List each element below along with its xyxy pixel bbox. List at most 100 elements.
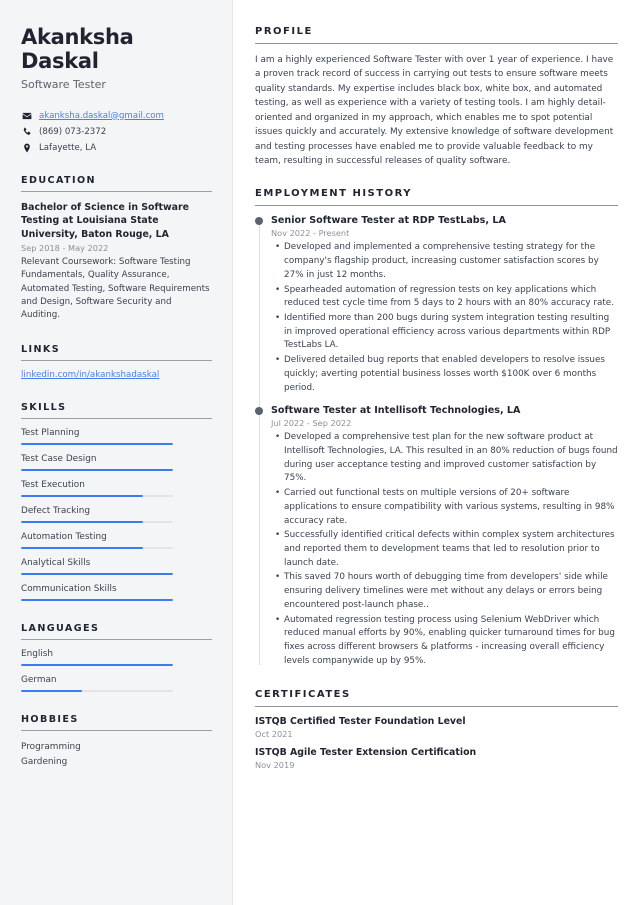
employment-entry: Senior Software Tester at RDP TestLabs, … bbox=[255, 215, 618, 395]
skill-item: Test Planning bbox=[21, 428, 212, 446]
contact-phone-value: (869) 073-2372 bbox=[39, 126, 107, 137]
skill-level-fill bbox=[21, 443, 173, 446]
divider bbox=[21, 730, 212, 732]
divider bbox=[21, 191, 212, 193]
certificate-date: Nov 2019 bbox=[255, 759, 295, 770]
job-title: Senior Software Tester at RDP TestLabs, … bbox=[271, 215, 506, 227]
timeline-dot-icon bbox=[255, 217, 263, 226]
skill-level-bar bbox=[21, 495, 173, 498]
profile-text: I am a highly experienced Software Teste… bbox=[255, 55, 614, 166]
education-date: Sep 2018 - May 2022 bbox=[21, 243, 109, 254]
skill-level-fill bbox=[21, 547, 143, 550]
sidebar: Akanksha Daskal Software Tester akanksha… bbox=[0, 0, 233, 905]
candidate-name: Akanksha Daskal bbox=[21, 25, 134, 73]
job-title: Software Tester at Intellisoft Technolog… bbox=[271, 405, 521, 417]
divider bbox=[21, 639, 212, 641]
job-bullet: Identified more than 200 bugs during sys… bbox=[275, 312, 618, 353]
skill-item: Test Execution bbox=[21, 480, 212, 498]
education-heading: EDUCATION bbox=[21, 175, 96, 187]
phone-icon bbox=[21, 126, 32, 137]
skill-label: Test Planning bbox=[21, 428, 80, 439]
skill-label: Analytical Skills bbox=[21, 558, 91, 569]
employment-timeline: Senior Software Tester at RDP TestLabs, … bbox=[255, 215, 618, 668]
hobby-item: Gardening bbox=[21, 756, 68, 767]
divider bbox=[21, 418, 212, 420]
certificate-name: ISTQB Agile Tester Extension Certificati… bbox=[255, 746, 477, 758]
skill-label: Automation Testing bbox=[21, 532, 107, 543]
profile-heading: PROFILE bbox=[255, 26, 313, 37]
skill-label: Defect Tracking bbox=[21, 506, 91, 517]
link-item-linkedin[interactable]: linkedin.com/in/akankshadaskal bbox=[21, 370, 212, 380]
resume-document: Akanksha Daskal Software Tester akanksha… bbox=[0, 0, 640, 905]
section-education: EDUCATION Bachelor of Science in Softwar… bbox=[21, 175, 212, 322]
timeline-dot-icon bbox=[255, 407, 263, 416]
skill-level-bar bbox=[21, 573, 173, 576]
language-level-fill bbox=[21, 690, 82, 693]
job-date: Jul 2022 - Sep 2022 bbox=[271, 418, 352, 429]
job-bullet: Automated regression testing process usi… bbox=[275, 614, 618, 669]
job-bullet: Carried out functional tests on multiple… bbox=[275, 487, 618, 528]
job-bullet: Spearheaded automation of regression tes… bbox=[275, 284, 618, 311]
section-hobbies: HOBBIES Programming Gardening bbox=[21, 714, 212, 769]
section-profile: PROFILE I am a highly experienced Softwa… bbox=[255, 26, 618, 168]
skill-level-fill bbox=[21, 599, 173, 602]
section-languages: LANGUAGES English German bbox=[21, 623, 212, 693]
certificate-date: Oct 2021 bbox=[255, 728, 293, 739]
language-label: English bbox=[21, 649, 54, 660]
skill-level-bar bbox=[21, 599, 173, 602]
skill-level-bar bbox=[21, 469, 173, 472]
divider bbox=[255, 705, 618, 707]
location-pin-icon bbox=[21, 142, 32, 153]
hobbies-heading: HOBBIES bbox=[21, 714, 79, 726]
contact-email[interactable]: akanksha.daskal@gmail.com bbox=[21, 110, 212, 121]
divider bbox=[21, 360, 212, 362]
section-links: LINKS linkedin.com/in/akankshadaskal bbox=[21, 344, 212, 380]
skill-item: Automation Testing bbox=[21, 532, 212, 550]
language-item: English bbox=[21, 649, 212, 667]
skill-item: Analytical Skills bbox=[21, 558, 212, 576]
language-level-fill bbox=[21, 664, 173, 667]
contact-location: Lafayette, LA bbox=[21, 142, 212, 153]
skill-label: Test Execution bbox=[21, 480, 85, 491]
job-bullet: This saved 70 hours worth of debugging t… bbox=[275, 571, 618, 612]
skill-level-bar bbox=[21, 547, 173, 550]
skill-item: Defect Tracking bbox=[21, 506, 212, 524]
section-certificates: CERTIFICATES ISTQB Certified Tester Foun… bbox=[255, 689, 618, 770]
language-level-bar bbox=[21, 664, 173, 667]
employment-heading: EMPLOYMENT HISTORY bbox=[255, 188, 412, 200]
skill-label: Communication Skills bbox=[21, 584, 117, 595]
skill-item: Test Case Design bbox=[21, 454, 212, 472]
language-level-bar bbox=[21, 690, 173, 693]
language-label: German bbox=[21, 675, 57, 686]
contact-email-value[interactable]: akanksha.daskal@gmail.com bbox=[39, 111, 164, 121]
main-column: PROFILE I am a highly experienced Softwa… bbox=[233, 0, 640, 905]
certificate-name: ISTQB Certified Tester Foundation Level bbox=[255, 715, 466, 727]
employment-entry: Software Tester at Intellisoft Technolog… bbox=[255, 405, 618, 668]
divider bbox=[255, 43, 618, 44]
job-date: Nov 2022 - Present bbox=[271, 228, 350, 239]
job-bullet: Delivered detailed bug reports that enab… bbox=[275, 354, 618, 395]
skills-heading: SKILLS bbox=[21, 402, 67, 414]
candidate-job-title: Software Tester bbox=[21, 78, 106, 92]
job-bullet: Developed and implemented a comprehensiv… bbox=[275, 241, 618, 282]
contact-phone: (869) 073-2372 bbox=[21, 126, 212, 137]
languages-heading: LANGUAGES bbox=[21, 623, 100, 635]
section-skills: SKILLS Test Planning Test Case Design Te… bbox=[21, 402, 212, 602]
skill-level-fill bbox=[21, 573, 173, 576]
skill-level-fill bbox=[21, 495, 143, 498]
hobby-item: Programming bbox=[21, 742, 81, 753]
contact-location-value: Lafayette, LA bbox=[39, 142, 97, 153]
certificate-item: ISTQB Agile Tester Extension Certificati… bbox=[255, 747, 618, 770]
job-bullets: Developed and implemented a comprehensiv… bbox=[271, 241, 618, 395]
envelope-icon bbox=[21, 110, 32, 121]
job-bullet: Successfully identified critical defects… bbox=[275, 529, 618, 570]
contact-list: akanksha.daskal@gmail.com (869) 073-2372… bbox=[21, 110, 212, 153]
certificate-item: ISTQB Certified Tester Foundation Level … bbox=[255, 716, 618, 739]
skill-level-bar bbox=[21, 521, 173, 524]
skill-level-bar bbox=[21, 443, 173, 446]
skill-item: Communication Skills bbox=[21, 584, 212, 602]
skill-label: Test Case Design bbox=[21, 454, 97, 465]
skill-level-fill bbox=[21, 521, 143, 524]
job-bullet: Developed a comprehensive test plan for … bbox=[275, 431, 618, 486]
job-bullets: Developed a comprehensive test plan for … bbox=[271, 431, 618, 668]
